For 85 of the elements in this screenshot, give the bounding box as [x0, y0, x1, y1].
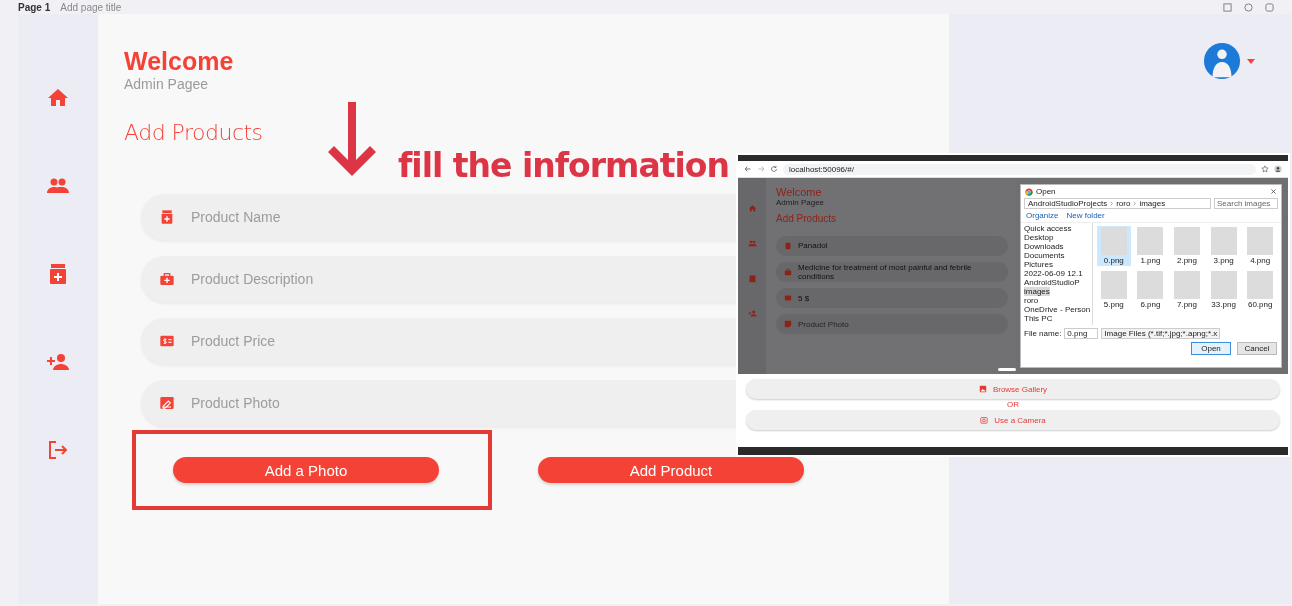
admin-subtitle: Admin Pagee	[776, 198, 825, 207]
welcome-title: Welcome	[124, 46, 235, 76]
file-item[interactable]: 3.png	[1206, 226, 1241, 266]
input-field[interactable]: Product Price	[141, 318, 737, 364]
file-item[interactable]: 2.png	[1170, 226, 1204, 266]
forward-icon[interactable]	[757, 165, 765, 173]
image-placeholder	[1137, 227, 1164, 255]
logout-icon[interactable]	[46, 438, 70, 462]
dialog-title: Open	[1036, 187, 1056, 196]
sheet-handle[interactable]	[998, 368, 1016, 371]
input-field[interactable]: Product Name	[141, 194, 737, 240]
input-field[interactable]: Product Photo	[141, 380, 737, 426]
folder-item[interactable]: Pictures	[1024, 260, 1053, 269]
chevron-icon	[1109, 201, 1115, 206]
image-placeholder	[1210, 227, 1237, 255]
path-segment[interactable]: AndroidStudioProjects	[1028, 199, 1108, 208]
image-placeholder	[1247, 227, 1274, 255]
separator-text: OR	[1007, 400, 1019, 409]
file-type-dropdown[interactable]: Image Files (*.tif;*.jpg;*.apng;*.x	[1101, 328, 1221, 339]
image-placeholder	[1174, 227, 1200, 255]
action-button[interactable]: Add a Photo	[173, 457, 439, 483]
browser-logo-icon	[1025, 187, 1033, 196]
toolbar-icon[interactable]	[1244, 2, 1253, 12]
folder-item[interactable]: Downloads	[1024, 242, 1064, 251]
file-item[interactable]: 1.png	[1133, 226, 1168, 266]
folder-item[interactable]: OneDrive - Person	[1024, 305, 1091, 314]
toolbar-button[interactable]: Organize	[1026, 211, 1059, 220]
toolbar-icon[interactable]	[1223, 2, 1232, 12]
medical-kit-icon	[159, 271, 175, 287]
annotation-text: fill the information	[398, 146, 729, 185]
admin-subtitle: Admin Pagee	[124, 76, 210, 92]
avatar-icon[interactable]	[1203, 42, 1241, 80]
image-placeholder	[1174, 271, 1200, 299]
folder-item[interactable]: images	[1024, 287, 1050, 296]
page-name[interactable]: Page 1	[18, 1, 51, 13]
file-item[interactable]: 5.png	[1097, 270, 1131, 310]
folder-item[interactable]: Desktop	[1024, 233, 1054, 242]
medical-kit-icon	[784, 268, 792, 277]
image-placeholder	[1247, 271, 1274, 299]
people-icon[interactable]	[747, 239, 757, 248]
image-icon	[978, 385, 987, 393]
reload-icon[interactable]	[770, 165, 778, 173]
search-field[interactable]: Search images	[1214, 198, 1278, 209]
dialog-button[interactable]: Open	[1191, 342, 1231, 355]
image-placeholder	[1210, 271, 1237, 299]
folder-item[interactable]: This PC	[1024, 314, 1053, 323]
path-segment[interactable]: images	[1139, 199, 1166, 208]
folder-item[interactable]: AndroidStudioP	[1024, 278, 1080, 287]
file-item[interactable]: 33.png	[1206, 270, 1241, 310]
star-icon[interactable]	[1261, 165, 1269, 173]
option-button[interactable]: Browse Gallery	[746, 379, 1280, 399]
action-button[interactable]: Add Product	[538, 457, 804, 483]
folder-item[interactable]: Quick access	[1024, 224, 1072, 233]
path-segment[interactable]: roro	[1116, 199, 1131, 208]
file-item[interactable]: 6.png	[1133, 270, 1168, 310]
path-bar[interactable]: AndroidStudioProjects roro images	[1024, 198, 1211, 209]
camera-icon	[980, 416, 989, 424]
section-title: Add Products	[776, 213, 837, 224]
close-icon[interactable]	[1270, 188, 1277, 195]
folder-item[interactable]: 2022-06-09 12.1	[1024, 269, 1083, 278]
image-placeholder	[1100, 271, 1127, 299]
image-placeholder	[1100, 227, 1127, 255]
address-bar[interactable]: localhost:50096/#/	[783, 163, 1256, 175]
welcome-title: Welcome	[776, 186, 822, 198]
toolbar-icon[interactable]	[1265, 2, 1274, 12]
file-name-label: File name:	[1024, 329, 1062, 338]
home-icon[interactable]	[747, 204, 757, 213]
file-item[interactable]: 0.png	[1097, 226, 1131, 266]
image-placeholder	[1137, 271, 1164, 299]
add-person-icon[interactable]	[747, 309, 757, 318]
chevron-icon	[1132, 201, 1138, 206]
back-icon[interactable]	[744, 165, 752, 173]
file-item[interactable]: 7.png	[1170, 270, 1204, 310]
input-field[interactable]: Product Description	[141, 256, 737, 302]
dialog-button[interactable]: Cancel	[1237, 342, 1277, 355]
option-button[interactable]: Use a Camera	[746, 410, 1280, 430]
toolbar-button[interactable]: New folder	[1066, 211, 1105, 220]
file-item[interactable]: 60.png	[1243, 270, 1277, 310]
caret-icon[interactable]	[1247, 58, 1255, 64]
file-item[interactable]: 4.png	[1243, 226, 1277, 266]
section-title: Add Products	[124, 120, 264, 145]
file-name-field[interactable]: 0.png	[1064, 328, 1099, 339]
folder-item[interactable]: roro	[1024, 296, 1039, 305]
folder-item[interactable]: Documents	[1024, 251, 1065, 260]
profile-icon[interactable]	[1274, 165, 1282, 173]
